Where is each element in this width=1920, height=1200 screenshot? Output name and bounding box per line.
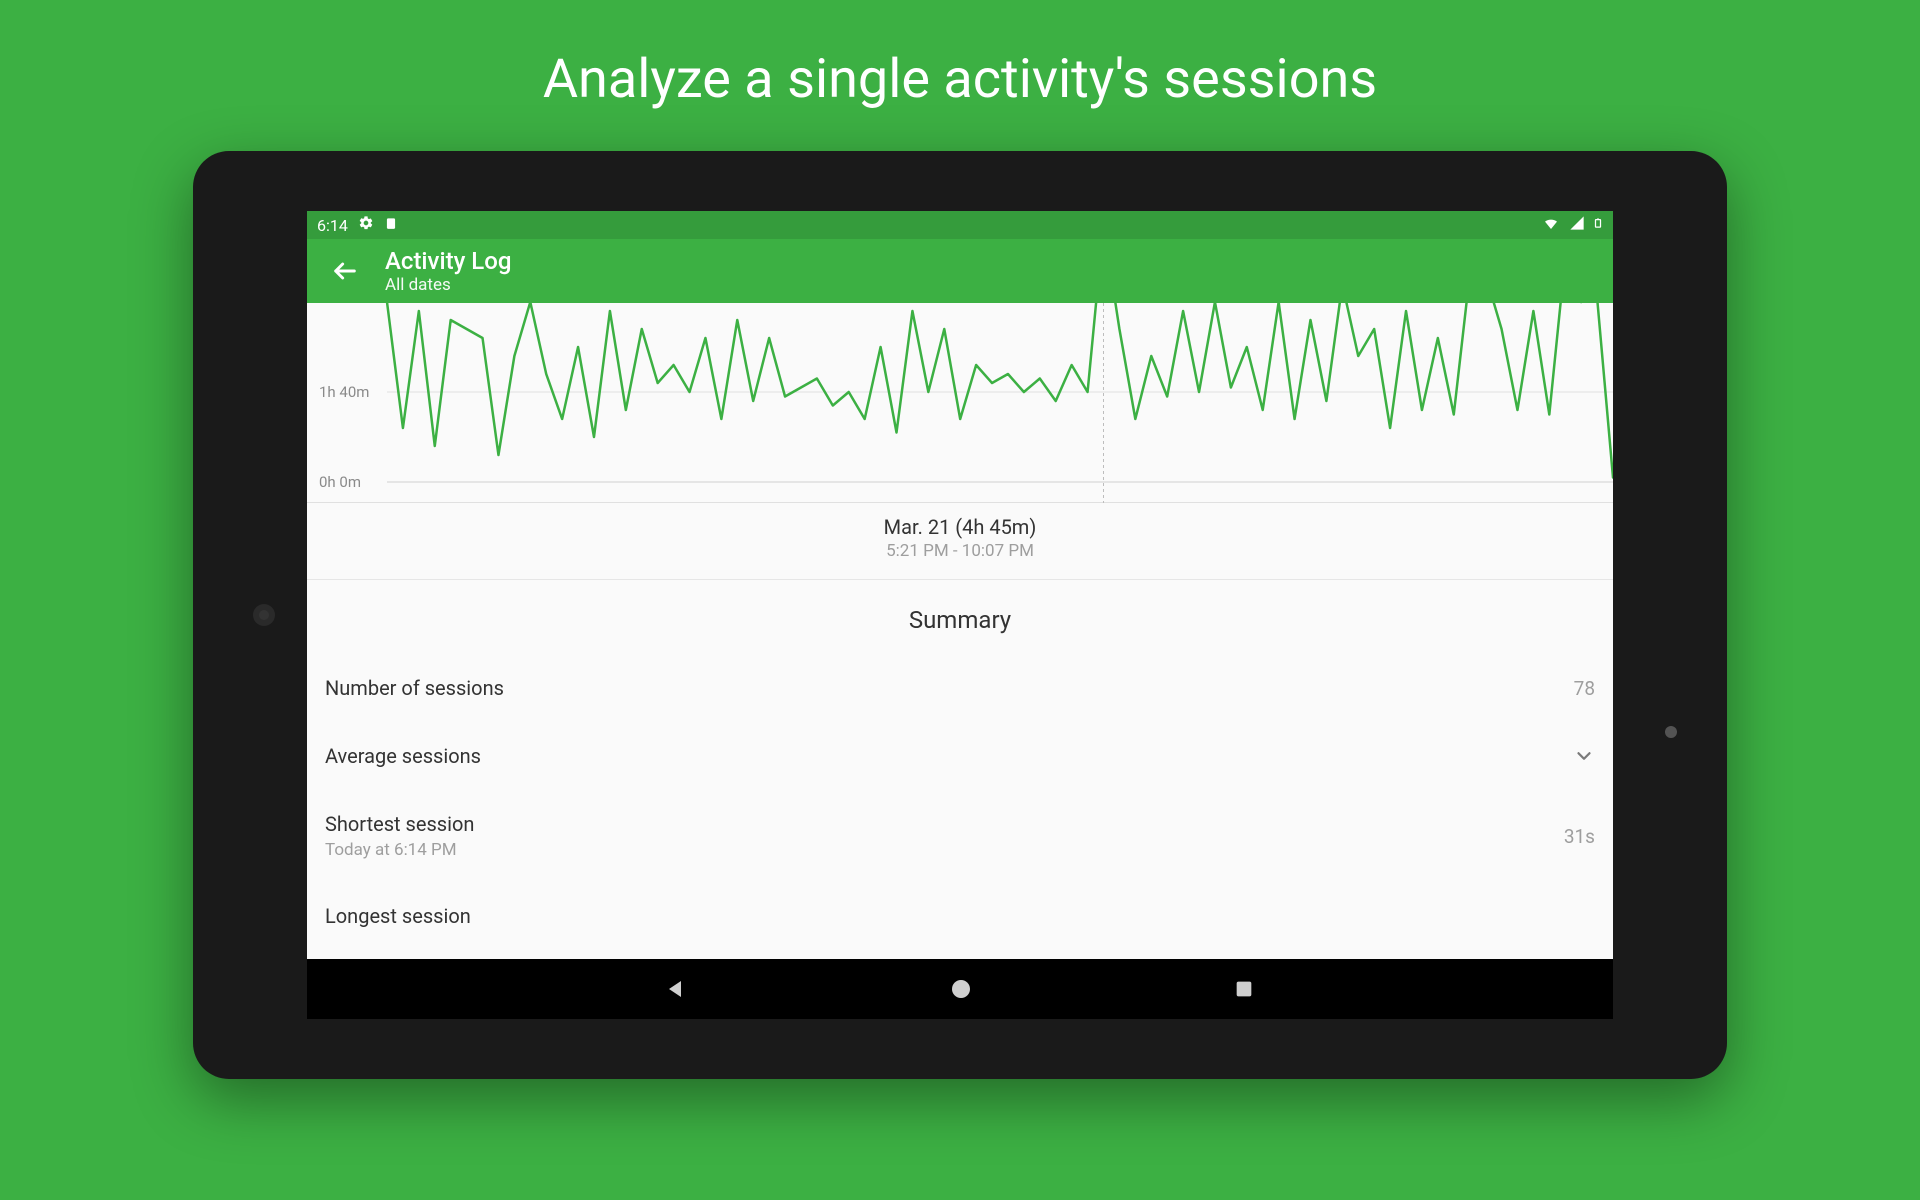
android-nav-bar	[307, 959, 1613, 1019]
nav-recents-button[interactable]	[1233, 978, 1255, 1000]
row-label: Average sessions	[325, 744, 481, 768]
app-icon	[384, 215, 398, 235]
chart-caption: Mar. 21 (4h 45m) 5:21 PM - 10:07 PM	[307, 503, 1613, 579]
row-label: Shortest session	[325, 812, 474, 836]
app-bar: Activity Log All dates	[307, 239, 1613, 303]
device-screen: 6:14	[307, 211, 1613, 1019]
row-label: Number of sessions	[325, 676, 504, 700]
tablet-camera	[253, 604, 275, 626]
row-label: Longest session	[325, 904, 471, 928]
row-value: 31s	[1564, 825, 1595, 848]
row-number-of-sessions[interactable]: Number of sessions 78	[325, 654, 1595, 722]
row-average-sessions[interactable]: Average sessions	[325, 722, 1595, 790]
row-shortest-session[interactable]: Shortest session Today at 6:14 PM 31s	[325, 790, 1595, 882]
battery-icon	[1593, 215, 1603, 235]
tablet-frame: 6:14	[193, 151, 1727, 1079]
signal-icon	[1569, 215, 1585, 235]
chart-caption-primary: Mar. 21 (4h 45m)	[307, 515, 1613, 539]
chevron-down-icon	[1573, 745, 1595, 767]
sessions-chart[interactable]: 1h 40m 0h 0m	[307, 303, 1613, 503]
nav-home-button[interactable]	[949, 977, 973, 1001]
page-subtitle[interactable]: All dates	[385, 275, 511, 295]
status-time: 6:14	[317, 216, 348, 235]
summary-heading: Summary	[307, 580, 1613, 654]
content-area: 1h 40m 0h 0m Mar. 21 (4h 45m) 5:21 PM - …	[307, 303, 1613, 959]
page-title: Activity Log	[385, 247, 511, 275]
back-button[interactable]	[325, 251, 365, 291]
promo-headline: Analyze a single activity's sessions	[543, 48, 1377, 111]
chart-caption-secondary: 5:21 PM - 10:07 PM	[307, 541, 1613, 561]
row-value: 78	[1574, 677, 1595, 700]
android-status-bar: 6:14	[307, 211, 1613, 239]
summary-list: Number of sessions 78 Average sessions	[307, 654, 1613, 928]
tablet-side-indicator	[1665, 726, 1677, 738]
settings-icon	[358, 215, 374, 235]
row-longest-session[interactable]: Longest session	[325, 882, 1595, 928]
sessions-chart-svg	[307, 303, 1613, 503]
nav-back-button[interactable]	[665, 977, 689, 1001]
row-sublabel: Today at 6:14 PM	[325, 840, 474, 860]
wifi-icon	[1541, 215, 1561, 235]
